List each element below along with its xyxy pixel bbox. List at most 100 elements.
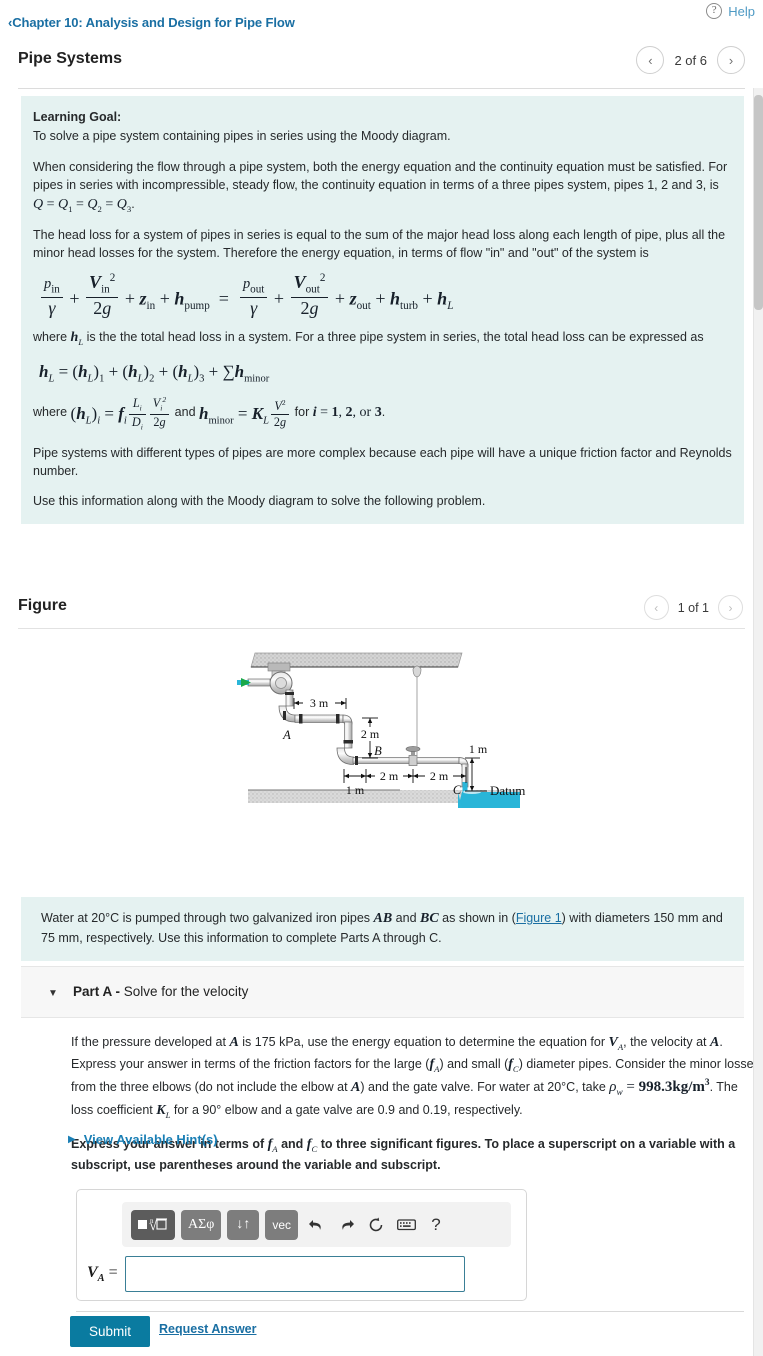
para3-text: is the the total head loss in a system. … xyxy=(83,330,704,345)
title-divider xyxy=(18,88,745,89)
figure-1-link[interactable]: Figure 1 xyxy=(516,911,562,925)
part-a-question: If the pressure developed at A is 175 kP… xyxy=(71,1032,761,1187)
dim-3m-label: 3 m xyxy=(310,696,329,710)
scrollbar-thumb[interactable] xyxy=(754,95,763,310)
request-answer-link[interactable]: Request Answer xyxy=(159,1322,256,1336)
figure-pager: ‹ 1 of 1 › xyxy=(643,595,743,620)
svg-text:n: n xyxy=(150,1217,154,1225)
title-row: Pipe Systems ‹ 2 of 6 › xyxy=(0,44,763,88)
redo-icon[interactable] xyxy=(334,1217,358,1232)
part-a-label: Part A - Solve for the velocity xyxy=(73,984,248,999)
headloss-equation: hL = (hL)1 + (hL)2 + (hL)3 + ∑hminor xyxy=(39,361,270,385)
submit-button[interactable]: Submit xyxy=(70,1316,151,1347)
figure-count-label: 1 of 1 xyxy=(677,600,709,615)
dim-1m-left-label: 1 m xyxy=(346,783,365,797)
triangle-down-icon[interactable]: ▼ xyxy=(48,988,58,999)
math-toolbar: √ n ΑΣφ ↓↑ vec ? xyxy=(122,1202,511,1247)
hminor-definition: hminor = KL V2 2g xyxy=(199,398,291,428)
undo-icon[interactable] xyxy=(304,1217,328,1232)
undo-arrow-icon xyxy=(308,1220,321,1230)
learning-goal-heading: Learning Goal: xyxy=(33,110,122,124)
energy-equation: pin γ + Vin2 2g + zin + hpump = pout γ + Vo… xyxy=(39,272,732,318)
figure-next-button[interactable]: › xyxy=(718,595,743,620)
reset-icon[interactable] xyxy=(364,1217,388,1233)
symbol-fa: fA xyxy=(429,1057,440,1074)
answer-variable-label: VA = xyxy=(87,1263,118,1285)
answer-input-row: VA = xyxy=(87,1256,465,1292)
problem-statement: Water at 20°C is pumped through two galv… xyxy=(21,897,744,961)
point-a-label: A xyxy=(282,728,291,742)
q-text-1g: ) and the gate valve. For water at 20°C,… xyxy=(360,1080,610,1094)
breadcrumb-label: Chapter 10: Analysis and Design for Pipe… xyxy=(12,15,295,30)
para4-and: and xyxy=(171,405,199,420)
learning-goal-panel: Learning Goal: To solve a pipe system co… xyxy=(21,96,744,524)
symbol-a-2: A xyxy=(710,1035,720,1050)
continuity-equation: Q = Q1 = Q2 = Q3 xyxy=(33,196,132,214)
problem-text-a: Water at 20°C is pumped through two galv… xyxy=(41,911,374,925)
problem-pager: ‹ 2 of 6 › xyxy=(636,46,745,74)
problem-text-b: and xyxy=(392,911,420,925)
learning-goal-para-3: where hL is the the total head loss in a… xyxy=(33,328,732,348)
para4-period: . xyxy=(381,405,386,420)
symbol-kl: KL xyxy=(156,1103,171,1120)
redo-arrow-icon xyxy=(341,1220,354,1230)
prev-problem-button[interactable]: ‹ xyxy=(636,46,665,74)
note-text-b: and xyxy=(277,1137,307,1152)
figure-prev-button[interactable]: ‹ xyxy=(643,595,669,620)
learning-goal-para-1: When considering the flow through a pipe… xyxy=(33,158,732,215)
math-help-icon[interactable]: ? xyxy=(424,1215,448,1235)
note-symbol-fa: fA xyxy=(267,1137,278,1154)
pipe-system-figure[interactable]: 3 m A 2 m B 2 m 2 m 1 m 1 m C Datum xyxy=(0,645,763,815)
part-a-title: Part A - xyxy=(73,984,121,999)
view-hints-toggle[interactable]: ▶ View Available Hint(s) xyxy=(68,1132,218,1147)
learning-goal-para-5: Pipe systems with different types of pip… xyxy=(33,446,732,479)
vector-button[interactable]: vec xyxy=(265,1209,299,1240)
help-bar[interactable]: ? Help xyxy=(706,0,755,22)
q-text-1a: If the pressure developed at xyxy=(71,1035,230,1049)
q-text-1c: , the velocity at xyxy=(623,1035,710,1049)
point-c-label: C xyxy=(453,783,462,797)
arrows-button[interactable]: ↓↑ xyxy=(227,1209,260,1240)
learning-goal-subheading: To solve a pipe system containing pipes … xyxy=(33,129,451,144)
greek-symbols-button[interactable]: ΑΣφ xyxy=(181,1209,222,1240)
template-root-button[interactable]: √ n xyxy=(131,1209,175,1240)
on-screen-keyboard-icon xyxy=(396,1219,416,1231)
answer-divider xyxy=(76,1311,744,1312)
q-text-1b: is 175 kPa, use the energy equation to d… xyxy=(238,1035,609,1049)
datum-label: Datum xyxy=(490,783,525,798)
learning-goal-para-6: Use this information along with the Mood… xyxy=(33,493,486,508)
para1-text: When considering the flow through a pipe… xyxy=(33,160,728,193)
dim-2m-b-label: 2 m xyxy=(430,769,449,783)
pipe-bc-symbol: BC xyxy=(420,911,439,926)
question-circle-icon: ? xyxy=(706,3,723,19)
symbol-rho-water: ρw = 998.3kg/m3 xyxy=(609,1078,710,1098)
problem-text-c: as shown in ( xyxy=(438,911,516,925)
para4-for: for xyxy=(291,405,313,420)
answer-entry-box: √ n ΑΣφ ↓↑ vec ? VA = xyxy=(76,1189,527,1301)
view-hints-label: View Available Hint(s) xyxy=(83,1132,218,1147)
pipe-system-diagram: 3 m A 2 m B 2 m 2 m 1 m 1 m C Datum xyxy=(237,652,525,808)
keyboard-icon[interactable] xyxy=(394,1218,418,1231)
para1-period: . xyxy=(131,196,135,211)
hli-definition: (hL)i = fi Li Di Vi2 2g xyxy=(71,396,172,431)
problem-count-label: 2 of 6 xyxy=(674,52,707,68)
para3-prefix: where xyxy=(33,330,71,345)
breadcrumb[interactable]: ‹Chapter 10: Analysis and Design for Pip… xyxy=(8,15,295,30)
index-range: i = 1, 2, or 3 xyxy=(312,405,382,421)
pipe-ab-symbol: AB xyxy=(373,911,393,926)
next-problem-button[interactable]: › xyxy=(717,46,745,74)
page-title: Pipe Systems xyxy=(18,50,123,67)
para4-prefix: where xyxy=(33,405,71,420)
help-label[interactable]: Help xyxy=(728,4,755,19)
dim-1m-right-label: 1 m xyxy=(469,742,488,756)
answer-input[interactable] xyxy=(124,1256,465,1292)
symbol-a-1: A xyxy=(229,1035,239,1050)
dim-2m-vertical-label: 2 m xyxy=(361,727,380,741)
note-symbol-fc: fC xyxy=(306,1137,318,1154)
learning-goal-para-4: where (hL)i = fi Li Di Vi2 2g and hminor = K… xyxy=(33,396,732,431)
figure-divider xyxy=(18,628,745,629)
figure-section-title: Figure xyxy=(18,597,67,614)
problem-page: ? Help ‹Chapter 10: Analysis and Design … xyxy=(0,0,763,1356)
symbol-fc: fC xyxy=(508,1057,519,1074)
part-a-subtitle: Solve for the velocity xyxy=(120,984,249,999)
